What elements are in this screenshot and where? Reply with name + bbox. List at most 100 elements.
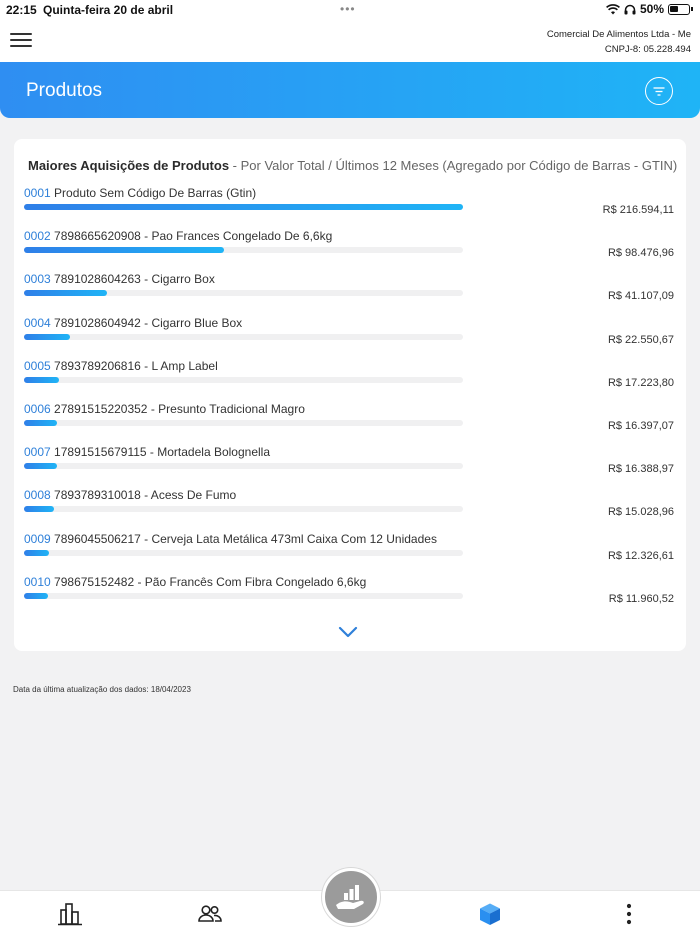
product-label: 0002 7898665620908 - Pao Frances Congela… <box>24 229 332 243</box>
card-title: Maiores Aquisições de Produtos - Por Val… <box>28 158 677 173</box>
product-value: R$ 15.028,96 <box>607 506 674 519</box>
product-row[interactable]: 0008 7893789310018 - Acess De Fumo R$ 15.… <box>24 488 674 531</box>
company-info: Comercial De Alimentos Ltda - Me CNPJ-8:… <box>547 27 691 57</box>
more-vertical-icon <box>626 903 632 925</box>
product-label: 0008 7893789310018 - Acess De Fumo <box>24 488 236 502</box>
product-row[interactable]: 0010 798675152482 - Pão Francês Com Fibr… <box>24 575 674 618</box>
nav-products[interactable] <box>477 901 503 927</box>
product-row[interactable]: 0009 7896045506217 - Cerveja Lata Metáli… <box>24 532 674 575</box>
bar-chart-icon <box>58 903 82 926</box>
product-rank: 0006 <box>24 402 51 416</box>
top-products-card: Maiores Aquisições de Produtos - Por Val… <box>14 139 686 651</box>
last-update-text: Data da última atualização dos dados: 18… <box>13 685 191 694</box>
nav-more[interactable] <box>616 901 642 927</box>
product-row[interactable]: 0007 17891515679115 - Mortadela Bolognel… <box>24 445 674 488</box>
product-label: 0003 7891028604263 - Cigarro Box <box>24 272 215 286</box>
status-time: 22:15 <box>6 3 37 17</box>
product-bar-fill <box>24 420 58 426</box>
product-bar-track <box>24 247 463 254</box>
product-bar-fill <box>24 247 224 254</box>
product-bar-track <box>24 463 463 470</box>
product-rank: 0004 <box>24 315 51 330</box>
wifi-icon <box>606 3 620 14</box>
product-rank: 0010 <box>24 574 51 589</box>
product-value: R$ 41.107,09 <box>607 290 674 303</box>
product-bar-fill <box>24 506 55 513</box>
product-bar-track <box>24 592 463 599</box>
product-bar-fill <box>24 549 50 556</box>
product-value: R$ 17.223,80 <box>607 376 674 389</box>
product-row[interactable]: 0001 Produto Sem Código De Barras (Gtin)… <box>24 186 674 229</box>
product-name: 17891515679115 - Mortadela Bolognella <box>54 445 270 460</box>
nav-people[interactable] <box>197 901 223 927</box>
title-bar: Produtos <box>0 62 700 118</box>
product-name: 798675152482 - Pão Francês Com Fibra Con… <box>54 574 367 589</box>
product-row[interactable]: 0005 7893789206816 - L Amp Label R$ 17.22… <box>24 359 674 402</box>
product-bar-fill <box>24 333 70 340</box>
product-bar-fill <box>24 204 463 210</box>
product-row[interactable]: 0003 7891028604263 - Cigarro Box R$ 41.10… <box>24 272 674 315</box>
product-label: 0006 27891515220352 - Presunto Tradicion… <box>24 402 305 416</box>
product-value: R$ 16.388,97 <box>607 463 674 476</box>
company-cnpj: CNPJ-8: 05.228.494 <box>604 44 691 55</box>
product-name: 7891028604263 - Cigarro Box <box>54 272 215 287</box>
product-name: 7893789206816 - L Amp Label <box>54 358 218 373</box>
product-value: R$ 22.550,67 <box>607 333 674 346</box>
product-rank: 0003 <box>24 272 51 287</box>
product-row[interactable]: 0006 27891515220352 - Presunto Tradicion… <box>24 402 674 445</box>
product-value: R$ 216.594,11 <box>602 204 674 216</box>
users-icon <box>198 905 222 922</box>
product-rank: 0007 <box>24 445 51 460</box>
product-bar-track <box>24 290 463 297</box>
filter-icon <box>653 86 665 96</box>
filter-button[interactable] <box>645 77 673 105</box>
product-name: Produto Sem Código De Barras (Gtin) <box>54 186 257 200</box>
product-row[interactable]: 0004 7891028604942 - Cigarro Blue Box R$ … <box>24 316 674 359</box>
product-bar-track <box>24 420 463 426</box>
product-label: 0009 7896045506217 - Cerveja Lata Metáli… <box>24 532 437 546</box>
product-value: R$ 11.960,52 <box>608 592 674 605</box>
product-bar-track <box>24 204 463 210</box>
product-bar-track <box>24 333 463 340</box>
product-label: 0001 Produto Sem Código De Barras (Gtin) <box>24 186 256 200</box>
product-bar-fill <box>24 376 60 383</box>
card-title-main: Maiores Aquisições de Produtos <box>28 158 230 173</box>
nav-dashboard[interactable] <box>57 901 83 927</box>
battery-icon <box>668 3 693 15</box>
product-label: 0004 7891028604942 - Cigarro Blue Box <box>24 316 242 330</box>
chevron-down-icon[interactable] <box>338 626 358 638</box>
product-name: 7898665620908 - Pao Frances Congelado De… <box>54 229 333 244</box>
hamburger-menu-icon[interactable] <box>10 33 32 49</box>
center-action-button[interactable] <box>322 868 380 926</box>
product-name: 7893789310018 - Acess De Fumo <box>54 488 237 503</box>
cube-icon <box>480 903 500 925</box>
product-name: 27891515220352 - Presunto Tradicional Ma… <box>54 402 305 416</box>
product-value: R$ 12.326,61 <box>607 549 674 562</box>
status-bar: 22:15 Quinta-feira 20 de abril ••• 50% <box>0 0 700 20</box>
product-label: 0005 7893789206816 - L Amp Label <box>24 359 218 373</box>
product-name: 7896045506217 - Cerveja Lata Metálica 47… <box>54 531 437 546</box>
product-bar-track <box>24 506 463 513</box>
product-bar-track <box>24 549 463 556</box>
product-rank: 0008 <box>24 488 51 503</box>
product-label: 0010 798675152482 - Pão Francês Com Fibr… <box>24 575 366 589</box>
battery-percent: 50% <box>639 2 664 16</box>
product-rank: 0009 <box>24 531 51 546</box>
product-row[interactable]: 0002 7898665620908 - Pao Frances Congela… <box>24 229 674 272</box>
top-header: Comercial De Alimentos Ltda - Me CNPJ-8:… <box>0 20 700 62</box>
product-name: 7891028604942 - Cigarro Blue Box <box>54 315 243 330</box>
headphones-icon <box>624 4 636 14</box>
card-title-sub: - Por Valor Total / Últimos 12 Meses (Ag… <box>229 158 678 173</box>
status-indicators: 50% <box>606 2 693 16</box>
page-title: Produtos <box>26 80 103 101</box>
product-bar-fill <box>24 592 49 599</box>
product-label: 0007 17891515679115 - Mortadela Bolognel… <box>24 445 270 459</box>
hand-chart-icon <box>336 885 364 909</box>
product-bar-fill <box>24 463 58 470</box>
company-name: Comercial De Alimentos Ltda - Me <box>546 29 691 40</box>
product-bar-track <box>24 376 463 383</box>
product-rank: 0005 <box>24 358 51 373</box>
product-rank: 0001 <box>24 186 51 200</box>
status-date: Quinta-feira 20 de abril <box>43 3 174 17</box>
product-value: R$ 98.476,96 <box>607 247 674 260</box>
